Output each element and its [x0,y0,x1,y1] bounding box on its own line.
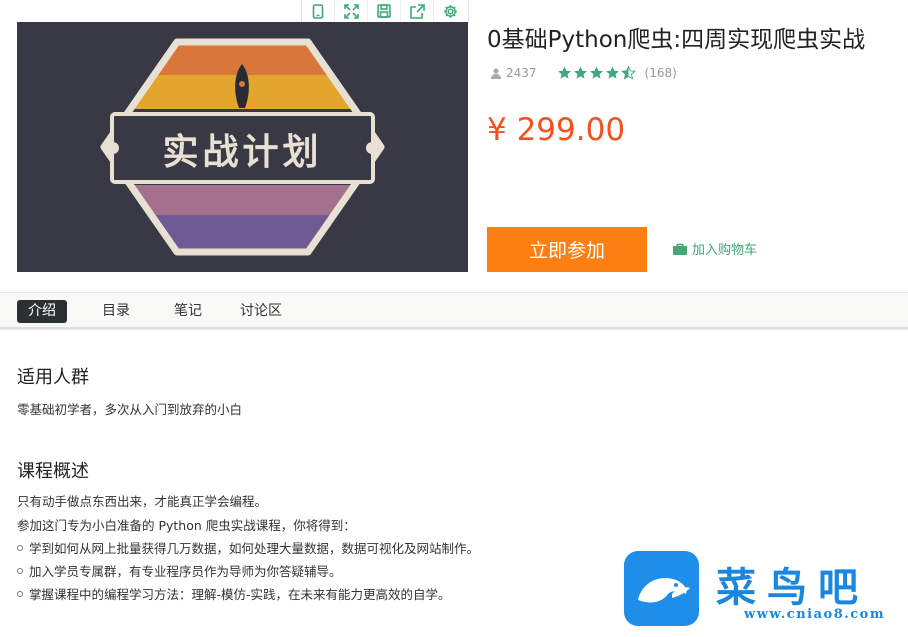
list-item-text: 掌握课程中的编程学习方法：理解-模仿-实践，在未来有能力更高效的自学。 [29,587,451,602]
list-item: 学到如何从网上批量获得几万数据，如何处理大量数据，数据可视化及网站制作。 [17,538,479,557]
watermark: 菜鸟吧 www.cniao8.com [624,551,908,636]
watermark-url: www.cniao8.com [744,607,886,622]
bullet-icon [17,567,23,574]
course-tabs: 介绍 目录 笔记 讨论区 [0,292,908,329]
add-to-cart-link[interactable]: 加入购物车 [673,239,757,258]
tab-notes[interactable]: 笔记 [167,300,209,323]
audience-text: 零基础初学者，多次从入门到放弃的小白 [17,402,243,417]
rating-stars [557,66,636,80]
bird-logo-icon [624,551,699,626]
review-count: (168) [644,66,677,80]
mobile-icon[interactable] [302,0,335,22]
bullet-icon [17,544,23,551]
overview-line: 参加这门专为小白准备的 Python 爬虫实战课程，你将得到： [17,518,356,533]
cover-title-text: 实战计划 [162,132,322,173]
star-icon [557,66,571,79]
player-toolbar [301,0,469,23]
overview-heading: 课程概述 [17,461,89,482]
tab-intro[interactable]: 介绍 [17,300,67,323]
list-item-text: 学到如何从网上批量获得几万数据，如何处理大量数据，数据可视化及网站制作。 [29,541,480,556]
star-icon [589,66,603,79]
fullscreen-icon[interactable] [335,0,368,22]
user-icon [491,67,501,79]
add-to-cart-label: 加入购物车 [692,243,758,258]
list-item: 掌握课程中的编程学习方法：理解-模仿-实践，在未来有能力更高效的自学。 [17,584,451,603]
half-star-icon [620,66,636,80]
bullet-icon [17,590,23,597]
save-icon[interactable] [368,0,401,22]
overview-line: 只有动手做点东西出来，才能真正学会编程。 [17,494,268,509]
star-icon [605,66,619,79]
course-cover-image[interactable]: 实战计划 [17,22,468,272]
watermark-name: 菜鸟吧 [716,564,869,611]
share-icon[interactable] [401,0,434,22]
join-button[interactable]: 立即参加 [487,227,647,272]
tab-catalog[interactable]: 目录 [95,300,137,323]
cart-icon [673,243,687,255]
learner-count-value: 2437 [506,66,537,80]
audience-heading: 适用人群 [17,367,89,388]
settings-icon[interactable] [434,0,467,22]
list-item: 加入学员专属群，有专业程序员作为导师为你答疑辅导。 [17,561,342,580]
star-icon [573,66,587,79]
course-price: ¥ 299.00 [487,112,626,148]
tab-discussion[interactable]: 讨论区 [235,300,287,323]
course-meta: 2437 (168) [491,66,677,80]
course-title: 0基础Python爬虫:四周实现爬虫实战 [487,27,866,53]
list-item-text: 加入学员专属群，有专业程序员作为导师为你答疑辅导。 [29,564,342,579]
learner-count: 2437 [491,66,537,80]
